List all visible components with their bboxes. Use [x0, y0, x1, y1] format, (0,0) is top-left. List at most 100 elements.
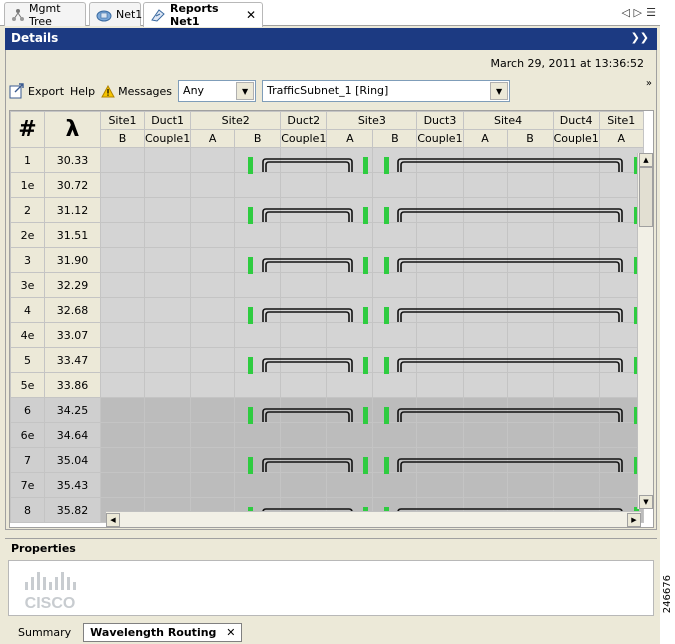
routing-cell[interactable]: [372, 147, 418, 173]
chevron-down-icon[interactable]: ▼: [236, 82, 255, 100]
routing-cell[interactable]: [416, 347, 464, 373]
routing-cell[interactable]: [462, 472, 508, 498]
routing-cell[interactable]: [234, 347, 282, 373]
routing-cell[interactable]: [280, 422, 328, 448]
routing-cell[interactable]: [280, 222, 328, 248]
routing-cell[interactable]: [372, 197, 418, 223]
routing-cell[interactable]: [552, 297, 600, 323]
routing-cell[interactable]: [326, 322, 374, 348]
routing-cell[interactable]: [280, 247, 328, 273]
routing-cell[interactable]: [234, 222, 282, 248]
routing-cell[interactable]: [190, 397, 236, 423]
routing-cell[interactable]: [100, 347, 145, 373]
subnet-select[interactable]: TrafficSubnet_1 [Ring] ▼: [262, 80, 511, 102]
routing-cell[interactable]: [326, 347, 374, 373]
routing-cell[interactable]: [326, 272, 374, 298]
routing-cell[interactable]: [416, 247, 464, 273]
routing-cell[interactable]: [372, 297, 418, 323]
routing-cell[interactable]: [143, 247, 192, 273]
routing-cell[interactable]: [462, 372, 508, 398]
routing-cell[interactable]: [506, 447, 554, 473]
routing-cell[interactable]: [143, 272, 192, 298]
tab-wavelength-routing[interactable]: Wavelength Routing ✕: [83, 622, 243, 642]
routing-cell[interactable]: [552, 197, 600, 223]
routing-cell[interactable]: [100, 422, 145, 448]
routing-cell[interactable]: [143, 397, 192, 423]
routing-cell[interactable]: [234, 447, 282, 473]
routing-cell[interactable]: [100, 322, 145, 348]
routing-cell[interactable]: [190, 172, 236, 198]
routing-cell[interactable]: [462, 397, 508, 423]
routing-cell[interactable]: [462, 322, 508, 348]
chevron-down-icon[interactable]: ▼: [490, 82, 509, 100]
routing-cell[interactable]: [234, 472, 282, 498]
routing-cell[interactable]: [506, 372, 554, 398]
routing-cell[interactable]: [190, 247, 236, 273]
routing-cell[interactable]: [326, 447, 374, 473]
routing-cell[interactable]: [552, 322, 600, 348]
next-tab-icon[interactable]: ▷: [634, 6, 642, 19]
routing-cell[interactable]: [280, 197, 328, 223]
routing-cell[interactable]: [372, 472, 418, 498]
table-row[interactable]: 3e 32.29: [10, 272, 644, 298]
routing-cell[interactable]: [190, 347, 236, 373]
routing-cell[interactable]: [326, 197, 374, 223]
routing-cell[interactable]: [190, 372, 236, 398]
routing-cell[interactable]: [234, 397, 282, 423]
routing-cell[interactable]: [326, 297, 374, 323]
routing-cell[interactable]: [462, 222, 508, 248]
routing-cell[interactable]: [506, 297, 554, 323]
routing-cell[interactable]: [462, 297, 508, 323]
routing-cell[interactable]: [280, 147, 328, 173]
routing-cell[interactable]: [416, 222, 464, 248]
table-row[interactable]: 6e 34.64: [10, 422, 644, 448]
routing-cell[interactable]: [143, 322, 192, 348]
routing-cell[interactable]: [326, 222, 374, 248]
table-row[interactable]: 2e 31.51: [10, 222, 644, 248]
scroll-thumb[interactable]: [639, 167, 653, 227]
wavelength-grid[interactable]: # λ Site1 Duct1 Site2 Duct2 Site3 Duct3 Site4 D…: [9, 110, 654, 528]
routing-cell[interactable]: [190, 422, 236, 448]
table-row[interactable]: 7 35.04: [10, 447, 644, 473]
routing-cell[interactable]: [100, 272, 145, 298]
tab-net1[interactable]: Net1: [89, 2, 142, 26]
routing-cell[interactable]: [416, 297, 464, 323]
routing-cell[interactable]: [280, 322, 328, 348]
routing-cell[interactable]: [143, 422, 192, 448]
routing-cell[interactable]: [234, 322, 282, 348]
routing-cell[interactable]: [143, 472, 192, 498]
routing-cell[interactable]: [462, 197, 508, 223]
close-icon[interactable]: ✕: [226, 626, 235, 639]
routing-cell[interactable]: [506, 147, 554, 173]
routing-cell[interactable]: [552, 147, 600, 173]
messages-button[interactable]: Messages: [101, 84, 172, 98]
routing-cell[interactable]: [416, 147, 464, 173]
routing-cell[interactable]: [234, 297, 282, 323]
routing-cell[interactable]: [552, 247, 600, 273]
routing-cell[interactable]: [506, 347, 554, 373]
tab-summary[interactable]: Summary: [12, 624, 77, 641]
routing-cell[interactable]: [552, 422, 600, 448]
routing-cell[interactable]: [190, 147, 236, 173]
routing-cell[interactable]: [372, 272, 418, 298]
routing-cell[interactable]: [506, 322, 554, 348]
routing-cell[interactable]: [326, 147, 374, 173]
routing-cell[interactable]: [100, 172, 145, 198]
routing-cell[interactable]: [462, 272, 508, 298]
routing-cell[interactable]: [462, 147, 508, 173]
toolbar-overflow-icon[interactable]: »: [646, 78, 652, 89]
scroll-right-icon[interactable]: ▶: [627, 513, 641, 527]
help-button[interactable]: Help: [70, 85, 95, 98]
routing-cell[interactable]: [416, 472, 464, 498]
horizontal-scrollbar[interactable]: ◀ ▶: [106, 511, 641, 527]
table-row[interactable]: 4 32.68: [10, 297, 644, 323]
export-button[interactable]: Export: [9, 83, 64, 99]
details-header[interactable]: Details ❯❯: [5, 28, 657, 50]
routing-cell[interactable]: [372, 372, 418, 398]
routing-cell[interactable]: [372, 322, 418, 348]
routing-cell[interactable]: [190, 222, 236, 248]
routing-cell[interactable]: [552, 347, 600, 373]
routing-cell[interactable]: [190, 197, 236, 223]
routing-cell[interactable]: [506, 247, 554, 273]
routing-cell[interactable]: [462, 172, 508, 198]
